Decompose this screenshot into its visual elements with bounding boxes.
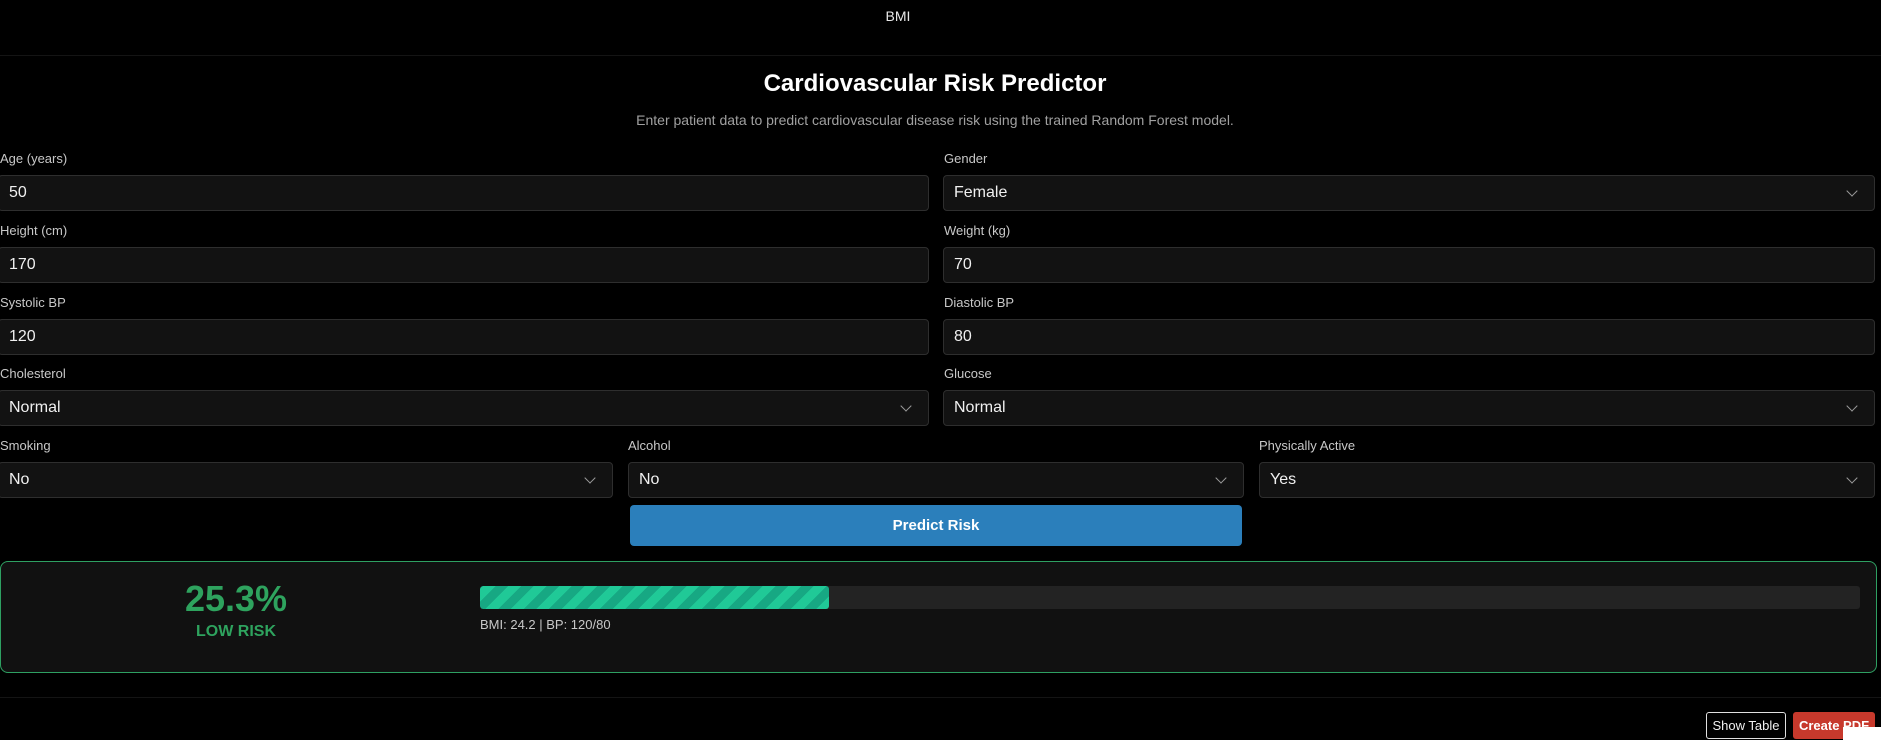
result-info: BMI: 24.2 | BP: 120/80 — [480, 617, 611, 632]
show-table-button[interactable]: Show Table — [1706, 712, 1786, 739]
chevron-down-icon — [1215, 472, 1227, 484]
risk-progress-bar — [480, 586, 1860, 609]
chevron-down-icon — [900, 400, 912, 412]
age-label: Age (years) — [0, 151, 68, 166]
corner-overlay — [1843, 727, 1881, 740]
chevron-down-icon — [1846, 400, 1858, 412]
weight-label: Weight (kg) — [944, 223, 1011, 238]
risk-level-label: LOW RISK — [196, 623, 276, 640]
smoking-label: Smoking — [0, 438, 51, 453]
age-input[interactable]: 50 — [0, 175, 929, 211]
alcohol-label: Alcohol — [628, 438, 671, 453]
chevron-down-icon — [1846, 472, 1858, 484]
chevron-down-icon — [1846, 185, 1858, 197]
weight-value: 70 — [954, 256, 972, 273]
page-title: Cardiovascular Risk Predictor — [763, 70, 1107, 97]
smoking-value: No — [9, 471, 30, 488]
cholesterol-label: Cholesterol — [0, 366, 66, 381]
active-label: Physically Active — [1259, 438, 1356, 453]
weight-input[interactable]: 70 — [943, 247, 1875, 283]
smoking-select[interactable]: No — [0, 462, 613, 498]
alcohol-value: No — [639, 471, 660, 488]
chevron-down-icon — [584, 472, 596, 484]
result-panel: 25.3% LOW RISK BMI: 24.2 | BP: 120/80 — [0, 561, 1877, 673]
diastolic-label: Diastolic BP — [944, 295, 1015, 310]
diastolic-value: 80 — [954, 328, 972, 345]
predict-risk-button[interactable]: Predict Risk — [630, 505, 1242, 546]
gender-label: Gender — [944, 151, 988, 166]
risk-progress-fill — [480, 586, 830, 609]
footer-divider — [0, 697, 1881, 698]
active-select[interactable]: Yes — [1259, 462, 1875, 498]
top-bar: BMI — [0, 0, 1881, 56]
glucose-label: Glucose — [944, 366, 992, 381]
active-value: Yes — [1270, 471, 1297, 488]
alcohol-select[interactable]: No — [628, 462, 1244, 498]
tab-bmi[interactable]: BMI — [878, 8, 918, 24]
age-value: 50 — [9, 184, 27, 201]
systolic-value: 120 — [9, 328, 36, 345]
gender-select[interactable]: Female — [943, 175, 1875, 211]
risk-percent: 25.3% — [184, 578, 288, 619]
cholesterol-select[interactable]: Normal — [0, 390, 929, 426]
glucose-value: Normal — [954, 399, 1006, 416]
glucose-select[interactable]: Normal — [943, 390, 1875, 426]
height-value: 170 — [9, 256, 36, 273]
diastolic-input[interactable]: 80 — [943, 319, 1875, 355]
page-subtitle: Enter patient data to predict cardiovasc… — [636, 112, 1234, 128]
height-label: Height (cm) — [0, 223, 68, 238]
height-input[interactable]: 170 — [0, 247, 929, 283]
gender-value: Female — [954, 184, 1008, 201]
systolic-label: Systolic BP — [0, 295, 66, 310]
cholesterol-value: Normal — [9, 399, 61, 416]
systolic-input[interactable]: 120 — [0, 319, 929, 355]
